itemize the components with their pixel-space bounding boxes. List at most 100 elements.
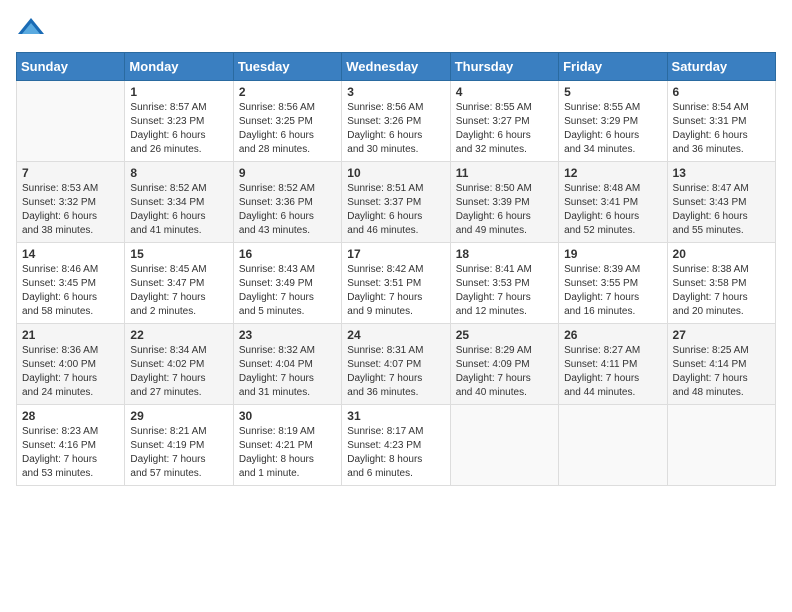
day-info: Sunrise: 8:31 AM Sunset: 4:07 PM Dayligh… bbox=[347, 344, 444, 400]
day-number: 11 bbox=[456, 166, 553, 180]
day-info: Sunrise: 8:36 AM Sunset: 4:00 PM Dayligh… bbox=[22, 344, 119, 400]
day-info: Sunrise: 8:29 AM Sunset: 4:09 PM Dayligh… bbox=[456, 344, 553, 400]
calendar-cell: 14 Sunrise: 8:46 AM Sunset: 3:45 PM Dayli… bbox=[17, 243, 125, 324]
calendar-header-wednesday: Wednesday bbox=[342, 53, 450, 81]
calendar-cell: 30 Sunrise: 8:19 AM Sunset: 4:21 PM Dayli… bbox=[233, 405, 341, 486]
day-info: Sunrise: 8:34 AM Sunset: 4:02 PM Dayligh… bbox=[130, 344, 227, 400]
calendar-cell: 17Sunrise: 8:42 AM Sunset: 3:51 PM Dayli… bbox=[342, 243, 450, 324]
day-info: Sunrise: 8:43 AM Sunset: 3:49 PM Dayligh… bbox=[239, 263, 336, 319]
day-number: 2 bbox=[239, 85, 336, 99]
day-number: 12 bbox=[564, 166, 661, 180]
calendar-week-row: 21 Sunrise: 8:36 AM Sunset: 4:00 PM Dayli… bbox=[17, 324, 776, 405]
day-info: Sunrise: 8:17 AM Sunset: 4:23 PM Dayligh… bbox=[347, 425, 444, 481]
day-info: Sunrise: 8:23 AM Sunset: 4:16 PM Dayligh… bbox=[22, 425, 119, 481]
day-info: Sunrise: 8:52 AM Sunset: 3:36 PM Dayligh… bbox=[239, 182, 336, 238]
calendar-table: SundayMondayTuesdayWednesdayThursdayFrid… bbox=[16, 52, 776, 486]
calendar-cell: 23 Sunrise: 8:32 AM Sunset: 4:04 PM Dayli… bbox=[233, 324, 341, 405]
day-info: Sunrise: 8:54 AM Sunset: 3:31 PM Dayligh… bbox=[673, 101, 770, 157]
day-info: Sunrise: 8:25 AM Sunset: 4:14 PM Dayligh… bbox=[673, 344, 770, 400]
calendar-cell: 11 Sunrise: 8:50 AM Sunset: 3:39 PM Dayli… bbox=[450, 162, 558, 243]
day-info: Sunrise: 8:55 AM Sunset: 3:29 PM Dayligh… bbox=[564, 101, 661, 157]
day-info: Sunrise: 8:38 AM Sunset: 3:58 PM Dayligh… bbox=[673, 263, 770, 319]
day-number: 24 bbox=[347, 328, 444, 342]
day-number: 14 bbox=[22, 247, 119, 261]
day-number: 31 bbox=[347, 409, 444, 423]
calendar-cell: 21 Sunrise: 8:36 AM Sunset: 4:00 PM Dayli… bbox=[17, 324, 125, 405]
calendar-cell: 3 Sunrise: 8:56 AM Sunset: 3:26 PM Daylig… bbox=[342, 81, 450, 162]
day-number: 21 bbox=[22, 328, 119, 342]
day-info: Sunrise: 8:56 AM Sunset: 3:26 PM Dayligh… bbox=[347, 101, 444, 157]
calendar-header-saturday: Saturday bbox=[667, 53, 775, 81]
day-number: 1 bbox=[130, 85, 227, 99]
calendar-cell: 13Sunrise: 8:47 AM Sunset: 3:43 PM Dayli… bbox=[667, 162, 775, 243]
calendar-week-row: 1Sunrise: 8:57 AM Sunset: 3:23 PM Daylig… bbox=[17, 81, 776, 162]
calendar-cell: 28 Sunrise: 8:23 AM Sunset: 4:16 PM Dayli… bbox=[17, 405, 125, 486]
calendar-cell: 9 Sunrise: 8:52 AM Sunset: 3:36 PM Daylig… bbox=[233, 162, 341, 243]
day-number: 29 bbox=[130, 409, 227, 423]
calendar-week-row: 14 Sunrise: 8:46 AM Sunset: 3:45 PM Dayli… bbox=[17, 243, 776, 324]
day-info: Sunrise: 8:45 AM Sunset: 3:47 PM Dayligh… bbox=[130, 263, 227, 319]
calendar-cell: 22 Sunrise: 8:34 AM Sunset: 4:02 PM Dayli… bbox=[125, 324, 233, 405]
calendar-cell bbox=[450, 405, 558, 486]
calendar-cell: 4 Sunrise: 8:55 AM Sunset: 3:27 PM Daylig… bbox=[450, 81, 558, 162]
day-info: Sunrise: 8:46 AM Sunset: 3:45 PM Dayligh… bbox=[22, 263, 119, 319]
calendar-header-sunday: Sunday bbox=[17, 53, 125, 81]
day-info: Sunrise: 8:32 AM Sunset: 4:04 PM Dayligh… bbox=[239, 344, 336, 400]
logo bbox=[16, 16, 50, 40]
day-info: Sunrise: 8:41 AM Sunset: 3:53 PM Dayligh… bbox=[456, 263, 553, 319]
calendar-cell: 27 Sunrise: 8:25 AM Sunset: 4:14 PM Dayli… bbox=[667, 324, 775, 405]
calendar-cell: 31 Sunrise: 8:17 AM Sunset: 4:23 PM Dayli… bbox=[342, 405, 450, 486]
page-header bbox=[16, 16, 776, 40]
day-number: 4 bbox=[456, 85, 553, 99]
calendar-cell: 1Sunrise: 8:57 AM Sunset: 3:23 PM Daylig… bbox=[125, 81, 233, 162]
calendar-header-friday: Friday bbox=[559, 53, 667, 81]
day-number: 15 bbox=[130, 247, 227, 261]
calendar-cell: 8Sunrise: 8:52 AM Sunset: 3:34 PM Daylig… bbox=[125, 162, 233, 243]
day-info: Sunrise: 8:51 AM Sunset: 3:37 PM Dayligh… bbox=[347, 182, 444, 238]
calendar-cell: 25 Sunrise: 8:29 AM Sunset: 4:09 PM Dayli… bbox=[450, 324, 558, 405]
day-number: 9 bbox=[239, 166, 336, 180]
calendar-cell: 7Sunrise: 8:53 AM Sunset: 3:32 PM Daylig… bbox=[17, 162, 125, 243]
day-number: 10 bbox=[347, 166, 444, 180]
calendar-cell: 2 Sunrise: 8:56 AM Sunset: 3:25 PM Daylig… bbox=[233, 81, 341, 162]
calendar-cell bbox=[559, 405, 667, 486]
calendar-header-tuesday: Tuesday bbox=[233, 53, 341, 81]
day-info: Sunrise: 8:19 AM Sunset: 4:21 PM Dayligh… bbox=[239, 425, 336, 481]
day-info: Sunrise: 8:39 AM Sunset: 3:55 PM Dayligh… bbox=[564, 263, 661, 319]
day-info: Sunrise: 8:55 AM Sunset: 3:27 PM Dayligh… bbox=[456, 101, 553, 157]
logo-icon bbox=[16, 16, 46, 40]
calendar-cell: 29 Sunrise: 8:21 AM Sunset: 4:19 PM Dayli… bbox=[125, 405, 233, 486]
day-number: 7 bbox=[22, 166, 119, 180]
day-info: Sunrise: 8:56 AM Sunset: 3:25 PM Dayligh… bbox=[239, 101, 336, 157]
day-number: 8 bbox=[130, 166, 227, 180]
day-info: Sunrise: 8:47 AM Sunset: 3:43 PM Dayligh… bbox=[673, 182, 770, 238]
calendar-week-row: 7Sunrise: 8:53 AM Sunset: 3:32 PM Daylig… bbox=[17, 162, 776, 243]
calendar-cell: 20 Sunrise: 8:38 AM Sunset: 3:58 PM Dayli… bbox=[667, 243, 775, 324]
day-number: 23 bbox=[239, 328, 336, 342]
day-number: 17 bbox=[347, 247, 444, 261]
calendar-header-thursday: Thursday bbox=[450, 53, 558, 81]
day-info: Sunrise: 8:50 AM Sunset: 3:39 PM Dayligh… bbox=[456, 182, 553, 238]
day-number: 28 bbox=[22, 409, 119, 423]
day-number: 22 bbox=[130, 328, 227, 342]
calendar-cell: 10 Sunrise: 8:51 AM Sunset: 3:37 PM Dayli… bbox=[342, 162, 450, 243]
day-number: 30 bbox=[239, 409, 336, 423]
day-number: 3 bbox=[347, 85, 444, 99]
calendar-cell bbox=[17, 81, 125, 162]
calendar-cell: 19Sunrise: 8:39 AM Sunset: 3:55 PM Dayli… bbox=[559, 243, 667, 324]
day-info: Sunrise: 8:21 AM Sunset: 4:19 PM Dayligh… bbox=[130, 425, 227, 481]
calendar-week-row: 28 Sunrise: 8:23 AM Sunset: 4:16 PM Dayli… bbox=[17, 405, 776, 486]
day-number: 20 bbox=[673, 247, 770, 261]
day-number: 25 bbox=[456, 328, 553, 342]
calendar-cell: 18Sunrise: 8:41 AM Sunset: 3:53 PM Dayli… bbox=[450, 243, 558, 324]
calendar-cell: 24 Sunrise: 8:31 AM Sunset: 4:07 PM Dayli… bbox=[342, 324, 450, 405]
calendar-header-monday: Monday bbox=[125, 53, 233, 81]
calendar-header-row: SundayMondayTuesdayWednesdayThursdayFrid… bbox=[17, 53, 776, 81]
calendar-cell: 16 Sunrise: 8:43 AM Sunset: 3:49 PM Dayli… bbox=[233, 243, 341, 324]
day-number: 5 bbox=[564, 85, 661, 99]
calendar-cell: 26Sunrise: 8:27 AM Sunset: 4:11 PM Dayli… bbox=[559, 324, 667, 405]
day-info: Sunrise: 8:48 AM Sunset: 3:41 PM Dayligh… bbox=[564, 182, 661, 238]
day-number: 27 bbox=[673, 328, 770, 342]
day-number: 16 bbox=[239, 247, 336, 261]
calendar-cell bbox=[667, 405, 775, 486]
